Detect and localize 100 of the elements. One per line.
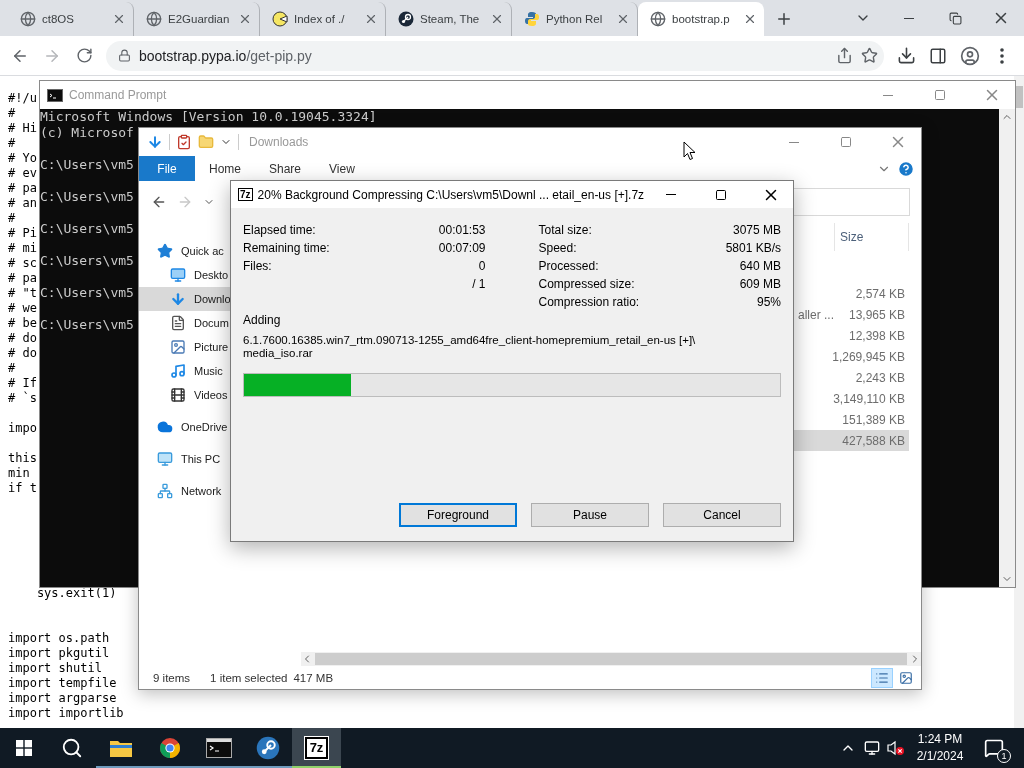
code-line: # ev	[8, 166, 37, 181]
menu-icon	[1000, 47, 1004, 64]
cursor-icon	[683, 141, 696, 161]
browser-tab[interactable]: bootstrap.p	[638, 2, 764, 36]
ribbon-tab[interactable]: Share	[255, 156, 316, 181]
app-logo: 7z	[238, 188, 253, 201]
console-line: Microsoft Windows [Version 10.0.19045.3324]	[40, 109, 377, 125]
code-line: this	[8, 451, 37, 466]
cloud-icon	[157, 419, 173, 435]
code-line: # Pi	[8, 226, 37, 241]
film-icon	[170, 387, 186, 403]
stat-label: Remaining time:	[243, 241, 330, 255]
close-icon[interactable]	[616, 12, 630, 26]
globe-icon	[20, 11, 36, 27]
console-line: C:\Users\vm5	[40, 157, 134, 173]
window-title: Command Prompt	[69, 88, 168, 102]
stat-value: / 1	[472, 277, 486, 291]
computer-icon	[157, 451, 173, 467]
taskbar-button[interactable]: 7z	[292, 728, 341, 768]
close-icon[interactable]	[112, 12, 126, 26]
scrollbar-thumb[interactable]	[1016, 86, 1023, 108]
terminal-icon	[47, 88, 63, 102]
close-icon[interactable]	[238, 12, 252, 26]
music-icon	[170, 363, 186, 379]
close-icon[interactable]	[490, 12, 504, 26]
stat-value: 95%	[756, 295, 781, 309]
desktop-icon	[170, 267, 186, 283]
column-header[interactable]: Size	[834, 223, 909, 251]
file-size: 2,243 KB	[855, 370, 906, 385]
notifications-button[interactable]: 1	[972, 728, 1016, 768]
selection-size: 417 MB	[293, 671, 334, 684]
stat-label: Compression ratio:	[538, 295, 640, 309]
code-line: # pa	[8, 271, 37, 286]
ribbon-tab[interactable]: Home	[195, 156, 255, 181]
dialog-button[interactable]: Foreground	[399, 503, 517, 527]
close-icon[interactable]	[364, 12, 378, 26]
console-line: C:\Users\vm5	[40, 221, 134, 237]
avatar-icon	[960, 45, 980, 66]
app-logo-icon	[398, 11, 414, 27]
arrow-right-icon	[177, 194, 193, 210]
dialog-button[interactable]: Pause	[531, 503, 649, 527]
stat-value: 00:01:53	[438, 223, 486, 237]
code-line: # "t	[8, 286, 37, 301]
code-line: # be	[8, 316, 37, 331]
app-logo: 7z	[304, 737, 329, 759]
address-bar[interactable]: bootstrap.pypa.io/get-pip.py	[106, 40, 884, 71]
code-line: # do	[8, 346, 37, 361]
file-size: 427,588 KB	[842, 433, 906, 448]
stat-value: 0	[478, 259, 486, 273]
browser-icon	[157, 736, 182, 760]
file-name: aller ...	[798, 307, 834, 322]
code-line: # Yo	[8, 151, 37, 166]
stat-label: Elapsed time:	[243, 223, 316, 237]
large-icons-view-icon	[899, 670, 913, 685]
code-line: #	[8, 361, 16, 376]
code-line: import argparse	[8, 691, 117, 706]
tab-title: Python Rel	[546, 13, 604, 25]
minimize-icon	[789, 141, 799, 143]
stat-value: 5801 KB/s	[725, 241, 781, 255]
code-line: # do	[8, 331, 37, 346]
lock-icon	[118, 49, 131, 62]
file-size: 13,965 KB	[848, 307, 906, 322]
stat-label: Compressed size:	[538, 277, 635, 291]
maximize-icon	[840, 136, 852, 148]
file-path: 6.1.7600.16385.win7_rtm.090713-1255_amd64fre_client-homepremium_retail_en-us [+]\ media_iso.rar	[243, 334, 697, 360]
folder-icon	[108, 738, 133, 758]
panel-icon	[929, 46, 947, 65]
plus-icon	[775, 10, 793, 28]
network-icon	[864, 740, 880, 756]
minimize-icon	[666, 194, 677, 195]
details-view-icon	[875, 670, 889, 685]
star-icon[interactable]	[861, 47, 878, 64]
console-line: C:\Users\vm5	[40, 253, 134, 269]
code-line: import tempfile	[8, 676, 117, 691]
checklist-icon[interactable]	[176, 134, 192, 150]
console-line: C:\Users\vm5	[40, 285, 134, 301]
minimize-icon	[883, 94, 893, 96]
dialog-title: 20% Background Compressing C:\Users\vm5\Downl ... etail_en-us [+].7z	[257, 187, 645, 202]
help-icon[interactable]	[897, 159, 915, 178]
code-line: if t	[8, 481, 37, 496]
maximize-icon	[715, 188, 728, 201]
download-icon	[170, 291, 186, 307]
url-text: bootstrap.pypa.io/get-pip.py	[139, 47, 313, 64]
ribbon-tab[interactable]: View	[315, 156, 369, 181]
share-icon[interactable]	[836, 47, 853, 64]
close-icon[interactable]	[743, 12, 757, 26]
app-logo-icon	[255, 736, 280, 760]
tab-title: Steam, The	[420, 13, 481, 25]
view-button[interactable]	[871, 667, 893, 688]
file-menu-button[interactable]: File	[139, 156, 195, 181]
download-icon	[896, 46, 916, 65]
stat-value: 640 MB	[739, 259, 781, 273]
clock[interactable]: 1:24 PM 2/1/2024	[908, 731, 972, 765]
dialog-button[interactable]: Cancel	[663, 503, 781, 527]
notification-count: 1	[997, 749, 1011, 763]
tab-title: Index of ./	[294, 13, 346, 25]
scrollbar-thumb[interactable]	[315, 653, 907, 665]
terminal-icon	[205, 738, 232, 758]
restore-icon	[948, 11, 962, 25]
tab-title: ct8OS	[42, 13, 75, 25]
